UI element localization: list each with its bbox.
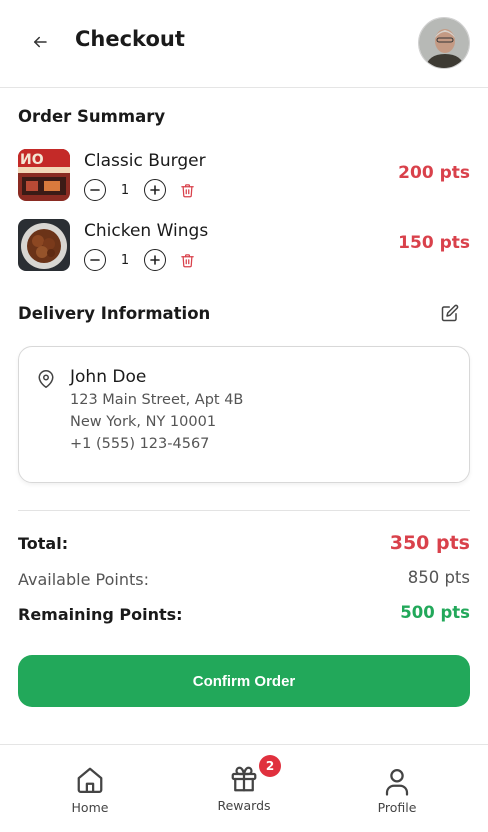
minus-icon <box>90 189 100 191</box>
burger-image: ИО <box>18 149 70 201</box>
available-points-label: Available Points: <box>18 570 149 589</box>
increase-button[interactable] <box>144 249 166 271</box>
notification-badge: 2 <box>259 755 281 777</box>
item-points: 150 pts <box>398 233 470 253</box>
plus-icon <box>150 255 160 265</box>
avatar[interactable] <box>418 17 470 69</box>
remaining-points-label: Remaining Points: <box>18 605 183 624</box>
nav-label: Profile <box>377 800 417 815</box>
quantity-stepper: 1 <box>84 249 196 271</box>
divider <box>18 510 470 511</box>
page-title: Checkout <box>75 27 185 51</box>
nav-item-home[interactable]: Home <box>30 745 150 832</box>
address-card: John Doe 123 Main Street, Apt 4B New Yor… <box>18 346 470 483</box>
arrow-left-icon <box>34 36 47 48</box>
edit-icon <box>441 304 459 322</box>
delete-button[interactable] <box>178 180 196 200</box>
gift-icon <box>231 766 257 792</box>
confirm-order-button[interactable]: Confirm Order <box>18 655 470 707</box>
trash-icon <box>180 253 194 267</box>
plus-icon <box>150 185 160 195</box>
back-button[interactable] <box>26 28 54 56</box>
bottom-nav: Home 2 Rewards Profile <box>0 744 488 832</box>
order-summary-title: Order Summary <box>18 107 166 126</box>
nav-label: Rewards <box>217 798 271 813</box>
increase-button[interactable] <box>144 179 166 201</box>
quantity-value: 1 <box>120 252 130 268</box>
wings-image <box>18 219 70 271</box>
quantity-value: 1 <box>120 182 130 198</box>
address-city: New York, NY 10001 <box>70 414 217 430</box>
home-icon <box>77 767 103 793</box>
address-phone: +1 (555) 123-4567 <box>70 436 210 452</box>
edit-address-button[interactable] <box>441 304 461 324</box>
total-label: Total: <box>18 534 69 553</box>
item-name: Chicken Wings <box>84 221 209 241</box>
order-item: Chicken Wings 1 150 pts <box>18 219 470 273</box>
total-value: 350 pts <box>389 532 470 554</box>
order-item: ИО Classic Burger 1 200 pts <box>18 149 470 203</box>
nav-item-profile[interactable]: Profile <box>337 745 457 832</box>
decrease-button[interactable] <box>84 179 106 201</box>
available-points-value: 850 pts <box>407 568 470 587</box>
quantity-stepper: 1 <box>84 179 196 201</box>
user-icon <box>385 769 409 796</box>
delete-button[interactable] <box>178 250 196 270</box>
remaining-points-row: Remaining Points: 500 pts <box>18 603 470 627</box>
address-street: 123 Main Street, Apt 4B <box>70 392 244 408</box>
decrease-button[interactable] <box>84 249 106 271</box>
remaining-points-value: 500 pts <box>400 603 470 622</box>
trash-icon <box>180 183 194 197</box>
item-name: Classic Burger <box>84 151 206 171</box>
recipient-name: John Doe <box>70 367 147 387</box>
svg-text:ИО: ИО <box>20 152 44 168</box>
delivery-title: Delivery Information <box>18 304 211 323</box>
location-pin-icon <box>37 369 57 391</box>
available-points-row: Available Points: 850 pts <box>18 568 470 592</box>
total-row: Total: 350 pts <box>18 532 470 556</box>
app-header: Checkout <box>0 0 488 88</box>
minus-icon <box>90 259 100 261</box>
nav-item-rewards[interactable]: 2 Rewards <box>184 745 304 832</box>
item-points: 200 pts <box>398 163 470 183</box>
nav-label: Home <box>71 800 109 815</box>
